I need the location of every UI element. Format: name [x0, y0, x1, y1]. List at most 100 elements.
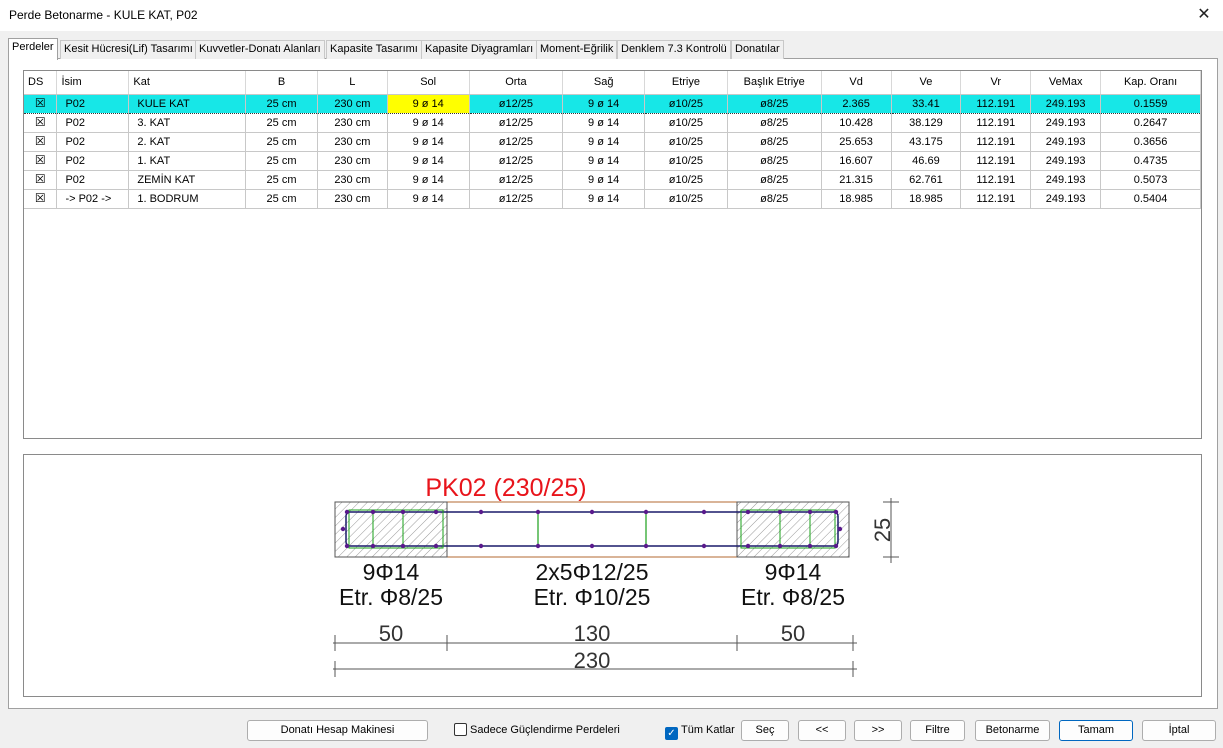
- ok-button[interactable]: Tamam: [1059, 720, 1133, 741]
- cell-sol[interactable]: 9 ø 14: [387, 170, 470, 190]
- column-header-vd[interactable]: Vd: [821, 71, 892, 95]
- cell-sol[interactable]: 9 ø 14: [387, 113, 470, 133]
- cell-l: 230 cm: [317, 151, 388, 171]
- cell-etriye[interactable]: ø10/25: [644, 170, 728, 190]
- cell-orta[interactable]: ø12/25: [469, 189, 564, 209]
- cell-kap-orani: 0.1559: [1100, 93, 1201, 114]
- cell-ve: 46.69: [891, 151, 962, 171]
- column-header-ve[interactable]: Ve: [891, 71, 962, 95]
- cancel-button[interactable]: İptal: [1142, 720, 1216, 741]
- rebar-dot: [344, 543, 350, 549]
- cell-sag[interactable]: 9 ø 14: [562, 113, 646, 133]
- table-row[interactable]: ☒ P02 3. KAT 25 cm 230 cm 9 ø 14 ø12/25 …: [24, 113, 1201, 133]
- cell-etriye[interactable]: ø10/25: [644, 93, 728, 114]
- tab-denklem[interactable]: Denklem 7.3 Kontrolü: [617, 40, 731, 59]
- rebar-dot: [535, 543, 541, 549]
- cell-sol[interactable]: 9 ø 14: [387, 151, 470, 171]
- cell-sag[interactable]: 9 ø 14: [562, 151, 646, 171]
- cell-sag[interactable]: 9 ø 14: [562, 170, 646, 190]
- all-floors-label: Tüm Katlar: [681, 724, 735, 736]
- cell-baslik-etriye[interactable]: ø8/25: [727, 93, 822, 114]
- column-header-orta[interactable]: Orta: [469, 71, 564, 95]
- previous-button[interactable]: <<: [798, 720, 846, 741]
- cell-etriye[interactable]: ø10/25: [644, 113, 728, 133]
- tab-kuvvetler[interactable]: Kuvvetler-Donatı Alanları: [195, 40, 325, 59]
- cell-sol[interactable]: 9 ø 14: [387, 132, 470, 152]
- cell-etriye[interactable]: ø10/25: [644, 151, 728, 171]
- cell-baslik-etriye[interactable]: ø8/25: [727, 189, 822, 209]
- cell-vemax: 249.193: [1030, 170, 1102, 190]
- column-header-sag[interactable]: Sağ: [562, 71, 646, 95]
- ds-checkbox[interactable]: ☒: [24, 132, 58, 152]
- column-header-baslik-etriye[interactable]: Başlık Etriye: [727, 71, 822, 95]
- ds-checkbox[interactable]: ☒: [24, 151, 58, 171]
- cell-ve: 38.129: [891, 113, 962, 133]
- calculator-button[interactable]: Donatı Hesap Makinesi: [247, 720, 428, 741]
- next-button[interactable]: >>: [854, 720, 902, 741]
- tab-kapasite-diyagramlari[interactable]: Kapasite Diyagramları: [421, 40, 538, 59]
- cell-vemax: 249.193: [1030, 93, 1102, 114]
- cell-etriye[interactable]: ø10/25: [644, 132, 728, 152]
- table-row[interactable]: ☒ P02 ZEMİN KAT 25 cm 230 cm 9 ø 14 ø12/…: [24, 170, 1201, 190]
- right-bars-label: 9Φ14: [765, 559, 822, 585]
- tab-perdeler[interactable]: Perdeler: [8, 38, 58, 60]
- cell-orta[interactable]: ø12/25: [469, 151, 564, 171]
- select-button[interactable]: Seç: [741, 720, 789, 741]
- cell-orta[interactable]: ø12/25: [469, 132, 564, 152]
- cell-sag[interactable]: 9 ø 14: [562, 93, 646, 114]
- tab-kesit-hucresi[interactable]: Kesit Hücresi(Lif) Tasarımı: [60, 40, 197, 59]
- cell-name: P02: [56, 170, 130, 190]
- column-header-kat[interactable]: Kat: [128, 71, 247, 95]
- filter-button[interactable]: Filtre: [910, 720, 965, 741]
- ds-checkbox[interactable]: ☒: [24, 113, 58, 133]
- cell-sol[interactable]: 9 ø 14: [387, 93, 470, 114]
- close-button[interactable]: ✕: [1189, 2, 1219, 28]
- table-row[interactable]: ☒ P02 2. KAT 25 cm 230 cm 9 ø 14 ø12/25 …: [24, 132, 1201, 152]
- rebar-dot: [340, 526, 346, 532]
- column-header-etriye[interactable]: Etriye: [644, 71, 728, 95]
- cell-baslik-etriye[interactable]: ø8/25: [727, 113, 822, 133]
- column-header-l[interactable]: L: [317, 71, 388, 95]
- mid-stirrup-label: Etr. Φ10/25: [534, 584, 651, 610]
- ds-checkbox[interactable]: ☒: [24, 170, 58, 190]
- only-strengthen-checkbox[interactable]: Sadece Güçlendirme Perdeleri: [454, 723, 620, 739]
- column-header-vemax[interactable]: VeMax: [1030, 71, 1102, 95]
- left-stirrup-label: Etr. Φ8/25: [339, 584, 443, 610]
- dim-total-label: 230: [574, 648, 611, 673]
- section-title: PK02 (230/25): [425, 474, 586, 502]
- cell-vd: 25.653: [821, 132, 892, 152]
- tab-kapasite-tasarimi[interactable]: Kapasite Tasarımı: [326, 40, 422, 59]
- tab-donatilar[interactable]: Donatılar: [731, 40, 784, 59]
- cell-orta[interactable]: ø12/25: [469, 93, 564, 114]
- cell-sag[interactable]: 9 ø 14: [562, 132, 646, 152]
- checkbox-box[interactable]: [454, 723, 467, 736]
- checkmark-icon[interactable]: ✓: [665, 727, 678, 740]
- concrete-button[interactable]: Betonarme: [975, 720, 1050, 741]
- rebar-dot: [400, 543, 406, 549]
- column-header-sol[interactable]: Sol: [387, 71, 470, 95]
- checked-box-icon: ☒: [34, 172, 46, 186]
- cell-baslik-etriye[interactable]: ø8/25: [727, 151, 822, 171]
- table-row[interactable]: ☒ P02 1. KAT 25 cm 230 cm 9 ø 14 ø12/25 …: [24, 151, 1201, 171]
- mid-bars-label: 2x5Φ12/25: [536, 559, 649, 585]
- cell-l: 230 cm: [317, 113, 388, 133]
- tab-moment-egrilik[interactable]: Moment-Eğrilik: [536, 40, 618, 59]
- column-header-ds[interactable]: DS: [24, 71, 58, 95]
- cell-baslik-etriye[interactable]: ø8/25: [727, 170, 822, 190]
- checked-box-icon: ☒: [34, 96, 46, 110]
- cell-baslik-etriye[interactable]: ø8/25: [727, 132, 822, 152]
- cell-orta[interactable]: ø12/25: [469, 170, 564, 190]
- column-header-isim[interactable]: İsim: [56, 71, 130, 95]
- cell-orta[interactable]: ø12/25: [469, 113, 564, 133]
- ds-checkbox[interactable]: ☒: [24, 93, 58, 114]
- cell-sol[interactable]: 9 ø 14: [387, 189, 470, 209]
- column-header-b[interactable]: B: [245, 71, 318, 95]
- table-row[interactable]: ☒ P02 KULE KAT 25 cm 230 cm 9 ø 14 ø12/2…: [24, 93, 1201, 114]
- table-row[interactable]: ☒ -> P02 -> 1. BODRUM 25 cm 230 cm 9 ø 1…: [24, 189, 1201, 209]
- column-header-kap-orani[interactable]: Kap. Oranı: [1100, 71, 1201, 95]
- cell-etriye[interactable]: ø10/25: [644, 189, 728, 209]
- all-floors-checkbox[interactable]: ✓ Tüm Katlar: [665, 723, 735, 740]
- cell-sag[interactable]: 9 ø 14: [562, 189, 646, 209]
- column-header-vr[interactable]: Vr: [960, 71, 1032, 95]
- ds-checkbox[interactable]: ☒: [24, 189, 58, 209]
